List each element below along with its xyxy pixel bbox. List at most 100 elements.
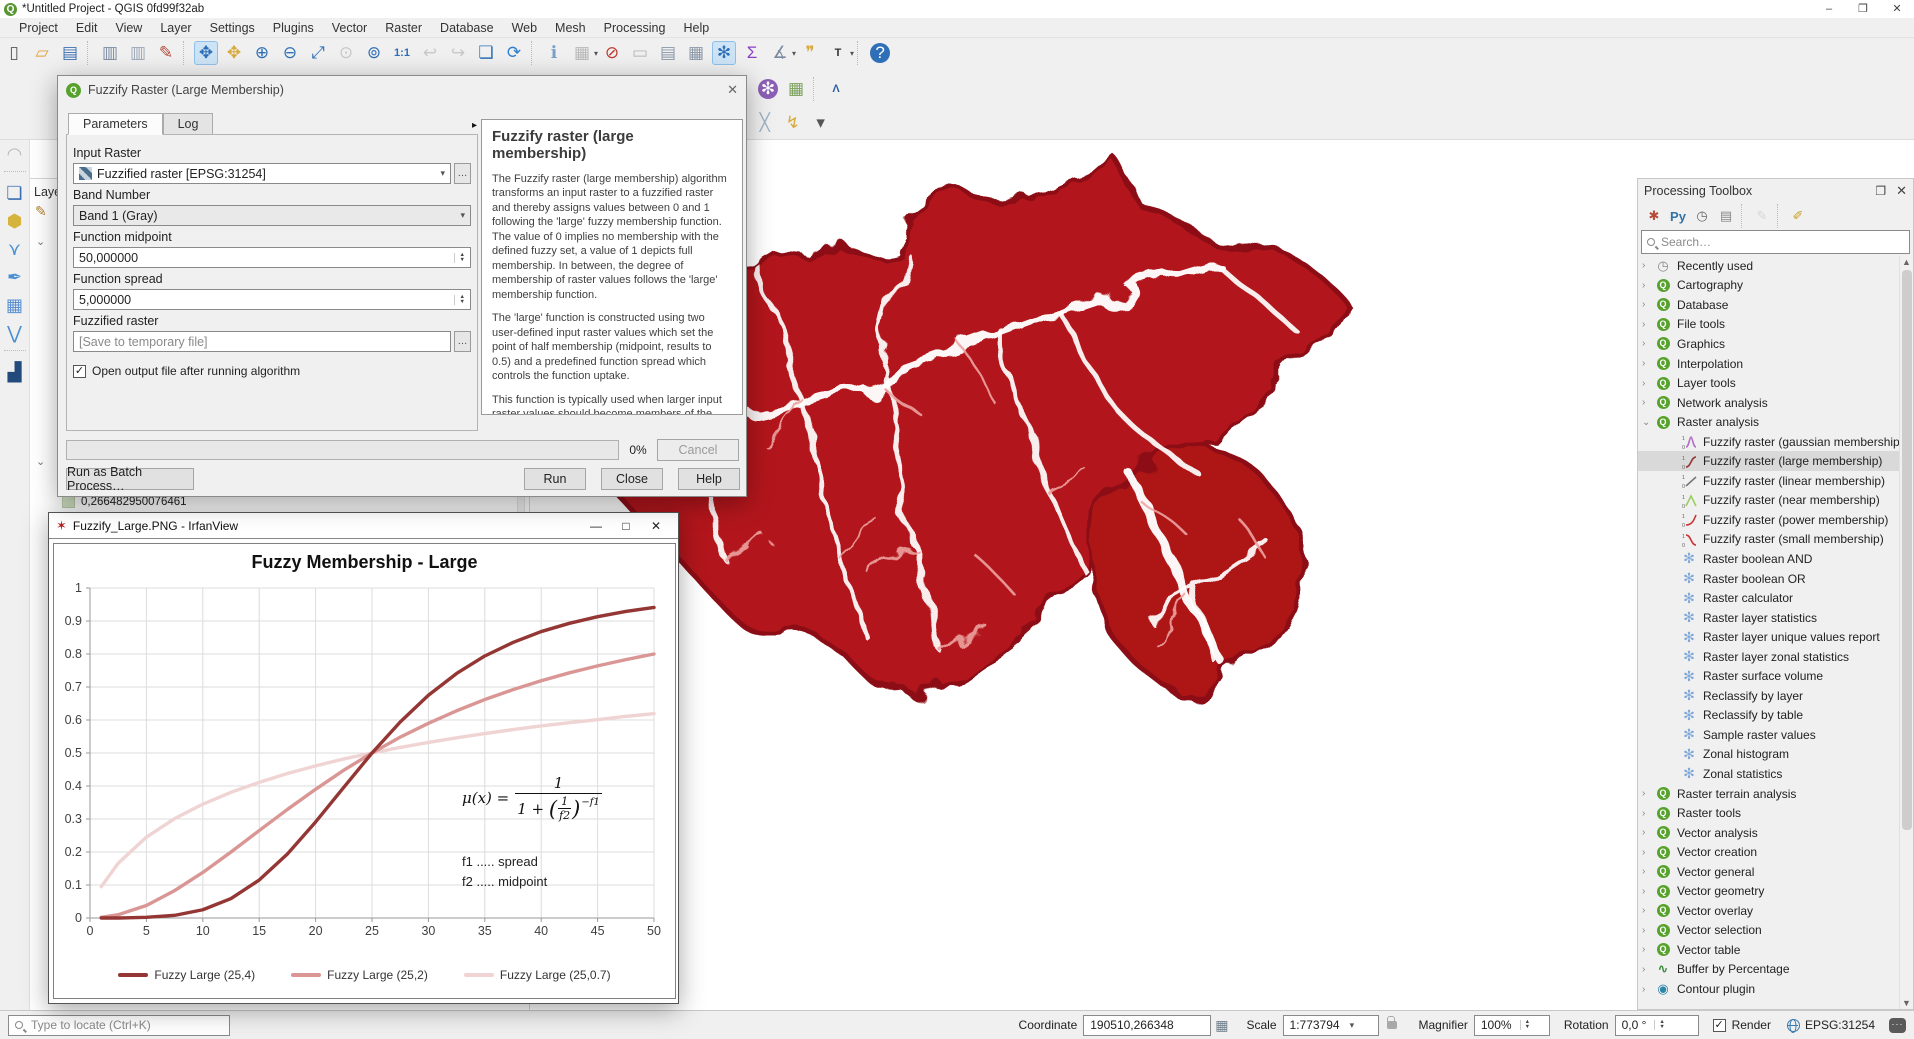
georeferencer-icon[interactable]: ▦ <box>784 77 808 101</box>
input-raster-browse-button[interactable]: … <box>454 163 471 184</box>
tree-item-vector-table[interactable]: ›QVector table <box>1638 940 1913 960</box>
polygon-tool-icon[interactable]: ⋁ <box>3 321 27 345</box>
toolbox-float-icon[interactable]: ❐ <box>1875 184 1886 198</box>
text-annotation-icon-dropdown[interactable]: ▾ <box>850 49 854 58</box>
menu-mesh[interactable]: Mesh <box>546 21 595 35</box>
close-dialog-button[interactable]: Close <box>601 468 663 490</box>
tree-chevron-icon[interactable]: › <box>1642 280 1655 291</box>
tree-item-fuzzify-raster-power-membership[interactable]: 10Fuzzify raster (power membership) <box>1638 510 1913 530</box>
tree-chevron-icon[interactable]: › <box>1642 925 1655 936</box>
tree-item-sample-raster-values[interactable]: ✻Sample raster values <box>1638 725 1913 745</box>
tree-item-fuzzify-raster-small-membership[interactable]: 10Fuzzify raster (small membership) <box>1638 530 1913 550</box>
vertex-tool-icon[interactable]: ⋎ <box>3 237 27 261</box>
rotation-spinbox[interactable]: 0,0 ° ▲▼ <box>1615 1015 1699 1036</box>
tree-item-raster-surface-volume[interactable]: ✻Raster surface volume <box>1638 666 1913 686</box>
tree-chevron-icon[interactable]: › <box>1642 378 1655 389</box>
tree-chevron-icon[interactable]: › <box>1642 866 1655 877</box>
toolbox-search-input[interactable]: Search… <box>1641 230 1910 254</box>
help-collapse-arrow-icon[interactable]: ▸ <box>472 120 477 131</box>
history-icon[interactable]: ◷ <box>1692 206 1712 226</box>
cancel-button[interactable]: Cancel <box>657 439 739 461</box>
crs-value[interactable]: EPSG:31254 <box>1805 1018 1875 1032</box>
pan-map-icon[interactable]: ✥ <box>194 41 218 65</box>
spinner-arrows-icon[interactable]: ▲▼ <box>454 295 465 305</box>
tree-item-raster-layer-unique-values-report[interactable]: ✻Raster layer unique values report <box>1638 627 1913 647</box>
menu-database[interactable]: Database <box>431 21 503 35</box>
spinner-arrows-icon[interactable]: ▲▼ <box>1654 1020 1664 1030</box>
measure-icon[interactable]: ∡ <box>768 41 792 65</box>
tree-item-raster-boolean-and[interactable]: ✻Raster boolean AND <box>1638 549 1913 569</box>
iv-close-button[interactable]: ✕ <box>641 519 671 533</box>
tree-item-vector-overlay[interactable]: ›QVector overlay <box>1638 901 1913 921</box>
output-file-input[interactable]: [Save to temporary file] <box>73 331 451 352</box>
tree-chevron-icon[interactable]: › <box>1642 338 1655 349</box>
tree-chevron-icon[interactable]: ⌄ <box>1642 417 1655 428</box>
statistics-icon[interactable]: Σ <box>740 41 764 65</box>
tree-item-file-tools[interactable]: ›QFile tools <box>1638 315 1913 335</box>
tree-chevron-icon[interactable]: › <box>1642 319 1655 330</box>
band-combo[interactable]: Band 1 (Gray) ▾ <box>73 205 471 226</box>
refresh-icon[interactable]: ⟳ <box>502 41 526 65</box>
tab-parameters[interactable]: Parameters <box>68 113 163 135</box>
tree-chevron-icon[interactable]: › <box>1642 847 1655 858</box>
help-icon[interactable]: ? <box>870 43 890 63</box>
menu-project[interactable]: Project <box>10 21 67 35</box>
scale-combo[interactable]: 1:773794▾ <box>1283 1015 1379 1036</box>
tree-chevron-icon[interactable]: › <box>1642 788 1655 799</box>
extents-icon[interactable]: ▦ <box>1215 1017 1228 1034</box>
menu-raster[interactable]: Raster <box>376 21 431 35</box>
scroll-down-icon[interactable]: ▼ <box>1900 998 1913 1008</box>
toolbox-close-icon[interactable]: ✕ <box>1896 183 1907 199</box>
zoom-to-selection-icon[interactable]: ⊙ <box>334 41 358 65</box>
tree-item-vector-analysis[interactable]: ›QVector analysis <box>1638 823 1913 843</box>
tree-item-database[interactable]: ›QDatabase <box>1638 295 1913 315</box>
menu-processing[interactable]: Processing <box>595 21 675 35</box>
tree-chevron-icon[interactable]: › <box>1642 808 1655 819</box>
tree-chevron-icon[interactable]: › <box>1642 886 1655 897</box>
snapping-dropdown-icon[interactable]: ▾ <box>809 111 833 135</box>
tree-item-raster-boolean-or[interactable]: ✻Raster boolean OR <box>1638 569 1913 589</box>
map-tips-icon[interactable]: ❞ <box>798 41 822 65</box>
plugin-manager-icon[interactable]: ✻ <box>758 79 778 99</box>
dialog-titlebar[interactable]: Q Fuzzify Raster (Large Membership) ✕ <box>58 76 746 104</box>
menu-view[interactable]: View <box>106 21 151 35</box>
scrollbar-thumb[interactable] <box>1902 270 1912 830</box>
shape-digitize-icon[interactable]: ◠ <box>3 142 27 166</box>
tree-chevron-icon[interactable]: › <box>1642 905 1655 916</box>
tree-item-fuzzify-raster-near-membership[interactable]: 10Fuzzify raster (near membership) <box>1638 491 1913 511</box>
new-project-icon[interactable]: ▯ <box>2 41 26 65</box>
tree-item-contour-plugin[interactable]: ›◉Contour plugin <box>1638 979 1913 999</box>
open-output-checkbox[interactable]: ✓ <box>73 365 86 378</box>
scroll-up-icon[interactable]: ▲ <box>1900 257 1913 267</box>
midpoint-spinbox[interactable]: 50,000000 ▲▼ <box>73 247 471 268</box>
maximize-button[interactable]: ❐ <box>1846 0 1880 18</box>
tracing-lightning-icon[interactable]: ↯ <box>781 111 805 135</box>
select-features-icon-dropdown[interactable]: ▾ <box>594 49 598 58</box>
spinner-arrows-icon[interactable]: ▲▼ <box>1520 1020 1530 1030</box>
tree-item-vector-geometry[interactable]: ›QVector geometry <box>1638 882 1913 902</box>
tree-item-interpolation[interactable]: ›QInterpolation <box>1638 354 1913 374</box>
tree-chevron-icon[interactable]: › <box>1642 964 1655 975</box>
iv-maximize-button[interactable]: □ <box>611 519 641 533</box>
menu-layer[interactable]: Layer <box>151 21 200 35</box>
layers-expander2-icon[interactable]: ⌄ <box>36 455 45 468</box>
tree-item-reclassify-by-table[interactable]: ✻Reclassify by table <box>1638 706 1913 726</box>
feather-style-icon[interactable]: ✒ <box>3 265 27 289</box>
select-features-icon[interactable]: ▦ <box>570 41 594 65</box>
measure-icon-dropdown[interactable]: ▾ <box>792 49 796 58</box>
lock-icon[interactable] <box>1387 1021 1397 1029</box>
tree-item-vector-creation[interactable]: ›QVector creation <box>1638 842 1913 862</box>
tree-item-zonal-statistics[interactable]: ✻Zonal statistics <box>1638 764 1913 784</box>
dialog-close-icon[interactable]: ✕ <box>727 82 738 98</box>
layers-expander-icon[interactable]: ⌄ <box>36 235 45 248</box>
menu-plugins[interactable]: Plugins <box>264 21 323 35</box>
render-checkbox[interactable]: ✓ <box>1713 1019 1726 1032</box>
tree-item-graphics[interactable]: ›QGraphics <box>1638 334 1913 354</box>
tree-chevron-icon[interactable]: › <box>1642 397 1655 408</box>
processing-toolbox-icon[interactable]: ✻ <box>712 41 736 65</box>
magnifier-spinbox[interactable]: 100% ▲▼ <box>1474 1015 1550 1036</box>
tree-item-fuzzify-raster-large-membership[interactable]: 10Fuzzify raster (large membership) <box>1638 451 1913 471</box>
python-scripts-icon[interactable]: Py <box>1668 206 1688 226</box>
tree-item-vector-general[interactable]: ›QVector general <box>1638 862 1913 882</box>
save-project-icon[interactable]: ▤ <box>58 41 82 65</box>
